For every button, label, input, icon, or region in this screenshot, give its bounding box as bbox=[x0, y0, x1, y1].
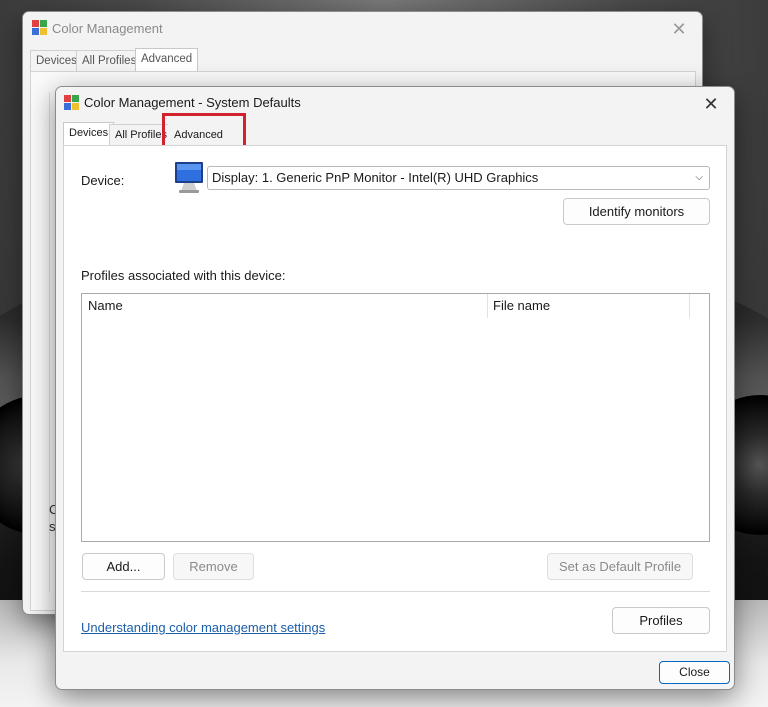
close-icon[interactable]: ✕ bbox=[688, 87, 734, 121]
title-bar: Color Management ✕ bbox=[23, 12, 702, 46]
chevron-down-icon: ⌵ bbox=[695, 172, 703, 183]
profiles-button[interactable]: Profiles bbox=[612, 607, 710, 634]
color-management-icon bbox=[64, 95, 80, 111]
tab-devices[interactable]: Devices bbox=[30, 50, 83, 72]
monitor-icon bbox=[172, 160, 206, 194]
column-header-file-name[interactable]: File name bbox=[487, 294, 689, 318]
add-button[interactable]: Add... bbox=[82, 553, 165, 580]
dialog-title: Color Management - System Defaults bbox=[84, 95, 301, 110]
tab-advanced[interactable]: Advanced bbox=[135, 48, 199, 72]
window-title: Color Management bbox=[52, 21, 163, 36]
tab-devices[interactable]: Devices bbox=[63, 122, 115, 146]
device-dropdown[interactable]: Display: 1. Generic PnP Monitor - Intel(… bbox=[207, 166, 710, 190]
close-icon[interactable]: ✕ bbox=[656, 12, 702, 46]
close-button[interactable]: Close bbox=[659, 661, 730, 684]
remove-button[interactable]: Remove bbox=[173, 553, 254, 580]
title-bar: Color Management - System Defaults ✕ bbox=[56, 87, 734, 121]
profiles-label: Profiles associated with this device: bbox=[81, 268, 286, 283]
color-management-icon bbox=[32, 20, 48, 36]
profiles-list[interactable]: Name File name bbox=[81, 293, 710, 542]
set-default-profile-button[interactable]: Set as Default Profile bbox=[547, 553, 693, 580]
tab-all-profiles[interactable]: All Profiles bbox=[76, 50, 143, 72]
device-label: Device: bbox=[81, 173, 125, 188]
devices-panel: Device: Display: 1. Generic PnP Monitor … bbox=[63, 145, 727, 652]
identify-monitors-button[interactable]: Identify monitors bbox=[563, 198, 710, 225]
device-dropdown-value: Display: 1. Generic PnP Monitor - Intel(… bbox=[212, 170, 539, 185]
divider bbox=[81, 591, 710, 592]
help-link[interactable]: Understanding color management settings bbox=[81, 620, 325, 635]
column-header-name[interactable]: Name bbox=[82, 294, 487, 318]
system-defaults-dialog: Color Management - System Defaults ✕ Dev… bbox=[55, 86, 735, 690]
